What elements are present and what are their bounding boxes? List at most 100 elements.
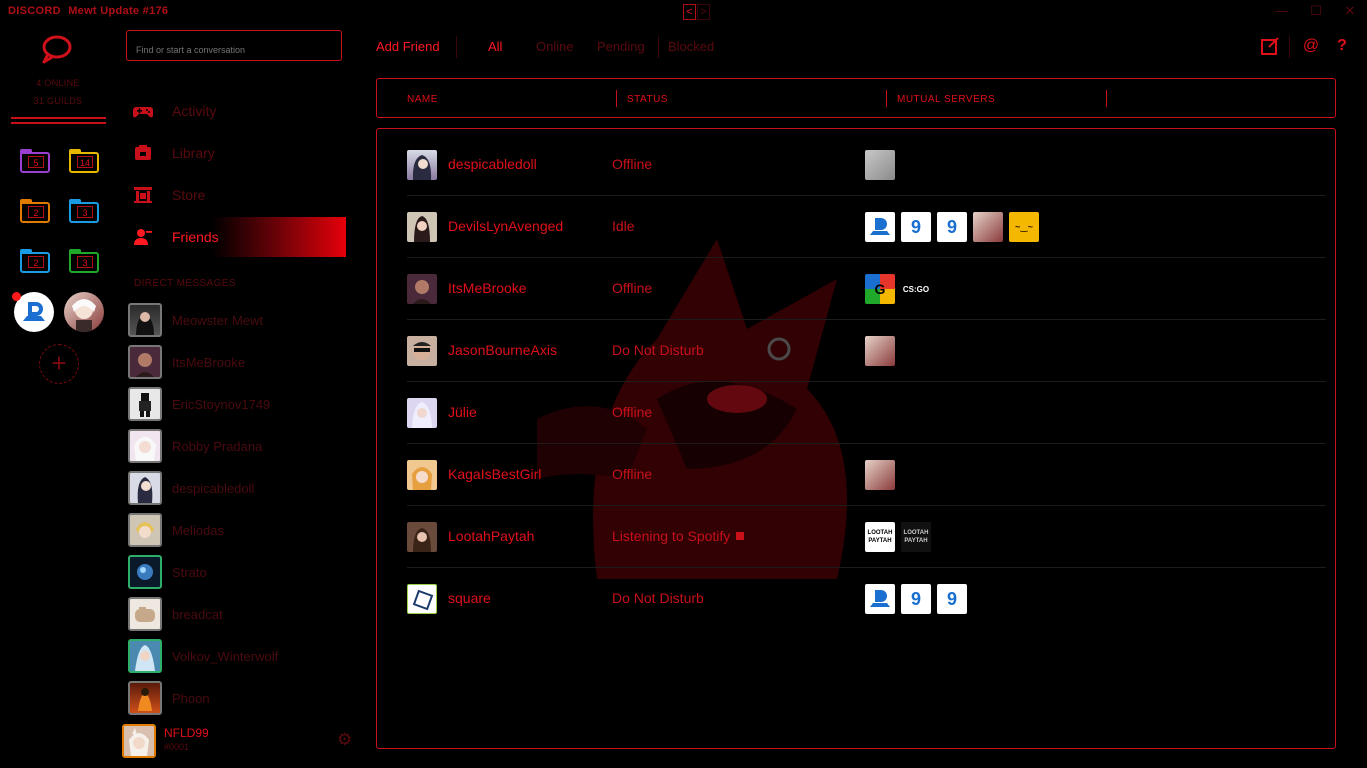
server-anime-icon[interactable] [865,336,895,366]
folder-count: 2 [28,206,44,218]
dm-item[interactable]: Strato [128,555,348,591]
friend-row[interactable]: despicabledoll Offline [407,134,1326,196]
add-friend-button[interactable]: Add Friend [376,39,440,54]
friend-row[interactable]: LootahPaytah Listening to Spotify LOOTAH… [407,506,1326,568]
guild-folder[interactable]: 3 [69,199,99,223]
server-csgo-icon[interactable]: CS:GO [901,274,931,304]
dm-item[interactable]: despicabledoll [128,471,348,507]
column-mutual-servers[interactable]: MUTUAL SERVERS [897,94,995,105]
folder-count: 3 [77,256,93,268]
friend-name: ItsMeBrooke [448,280,527,296]
guild-folder[interactable]: 5 [20,149,50,173]
column-status[interactable]: STATUS [627,94,668,105]
avatar [407,398,437,428]
back-button[interactable]: < [683,4,696,20]
spotify-icon[interactable] [736,532,745,540]
mutual-servers [865,336,895,366]
friends-icon [134,229,152,245]
avatar [128,681,162,715]
nav-library[interactable]: Library [130,133,346,173]
dm-name: Strato [172,565,207,580]
dm-name: Robby Pradana [172,439,263,454]
tab-all[interactable]: All [488,39,502,54]
forward-button[interactable]: > [697,4,710,20]
friend-row[interactable]: Jülie Offline [407,382,1326,444]
guild-icon-anime[interactable] [64,292,104,332]
column-name[interactable]: NAME [407,94,438,105]
current-user-tag: #0001 [164,742,190,752]
avatar [128,597,162,631]
guild-sidebar: 4 ONLINE 31 GUILDS 5 14 2 3 2 3 + [0,24,116,768]
guild-folder[interactable]: 3 [69,249,99,273]
nav-store[interactable]: Store [130,175,346,215]
mutual-servers: 9 9 ~‿~ [865,212,1039,242]
friend-row[interactable]: square Do Not Disturb 9 9 [407,568,1326,630]
server-blue-d-icon[interactable] [865,584,895,614]
friend-row[interactable]: JasonBourneAxis Do Not Disturb [407,320,1326,382]
server-blue-d-icon[interactable] [865,212,895,242]
dm-item[interactable]: ItsMeBrooke [128,345,348,381]
search-input[interactable] [126,30,342,61]
friend-status: Offline [612,280,653,296]
mutual-servers: G CS:GO [865,274,931,304]
server-lootah-icon[interactable]: LOOTAH PAYTAH [865,522,895,552]
server-anime-icon[interactable] [973,212,1003,242]
avatar [407,274,437,304]
avatar [407,584,437,614]
folder-count: 5 [28,156,44,168]
mutual-servers: 9 9 [865,584,967,614]
dm-item[interactable]: Meowster Mewt [128,303,348,339]
window-title: DISCORD Mewt Update #176 [8,5,168,17]
dm-item[interactable]: Robby Pradana [128,429,348,465]
dm-name: Meliodas [172,523,225,538]
friend-row[interactable]: DevilsLynAvenged Idle 9 9 ~‿~ [407,196,1326,258]
friend-status-text: Listening to Spotify [612,528,731,544]
mutual-servers [865,460,895,490]
dm-item[interactable]: Volkov_Winterwolf [128,639,348,675]
friend-status: Do Not Disturb [612,590,704,606]
avatar [128,555,162,589]
server-nine-icon[interactable]: 9 [901,212,931,242]
server-nine-icon[interactable]: 9 [937,212,967,242]
friend-row[interactable]: KagaIsBestGirl Offline [407,444,1326,506]
mention-icon[interactable]: @ [1301,36,1321,56]
tab-pending[interactable]: Pending [597,39,645,54]
chat-bubble-icon[interactable] [40,34,74,64]
nav-friends[interactable]: Friends [130,217,346,257]
dm-item[interactable]: EricStoynov1749 [128,387,348,423]
guild-folder[interactable]: 2 [20,249,50,273]
server-lootah-dark-icon[interactable]: LOOTAH PAYTAH [901,522,931,552]
friend-name: Jülie [448,404,477,420]
avatar[interactable] [122,724,156,758]
dm-item[interactable]: Phoon [128,681,348,717]
dm-item[interactable]: breadcat [128,597,348,633]
current-username: NFLD99 [164,726,209,740]
new-group-icon[interactable] [1260,36,1280,56]
gamepad-icon [133,107,153,118]
dm-item[interactable]: Meliodas [128,513,348,549]
nav-activity[interactable]: Activity [130,91,346,131]
store-icon [134,187,152,203]
maximize-button[interactable]: ☐ [1299,0,1333,22]
guild-folder[interactable]: 2 [20,199,50,223]
settings-gear-icon[interactable]: ⚙ [337,730,352,750]
server-anime-icon[interactable] [865,460,895,490]
friend-row[interactable]: ItsMeBrooke Offline G CS:GO [407,258,1326,320]
close-button[interactable]: ✕ [1333,0,1367,22]
nav-store-label: Store [172,187,206,203]
notification-badge [12,292,21,301]
minimize-button[interactable]: — [1265,0,1299,22]
tab-online[interactable]: Online [536,39,574,54]
server-nine-icon[interactable]: 9 [901,584,931,614]
guild-folder[interactable]: 14 [69,149,99,173]
help-icon[interactable]: ? [1332,36,1352,56]
friends-main: Add Friend All Online Pending Blocked @ … [360,24,1367,768]
friend-name: KagaIsBestGirl [448,466,542,482]
friend-name: DevilsLynAvenged [448,218,564,234]
add-guild-button[interactable]: + [39,344,79,384]
tab-blocked[interactable]: Blocked [668,39,714,54]
server-smile-icon[interactable]: ~‿~ [1009,212,1039,242]
server-nine-icon[interactable]: 9 [937,584,967,614]
server-photo-icon[interactable] [865,150,895,180]
server-google-icon[interactable]: G [865,274,895,304]
